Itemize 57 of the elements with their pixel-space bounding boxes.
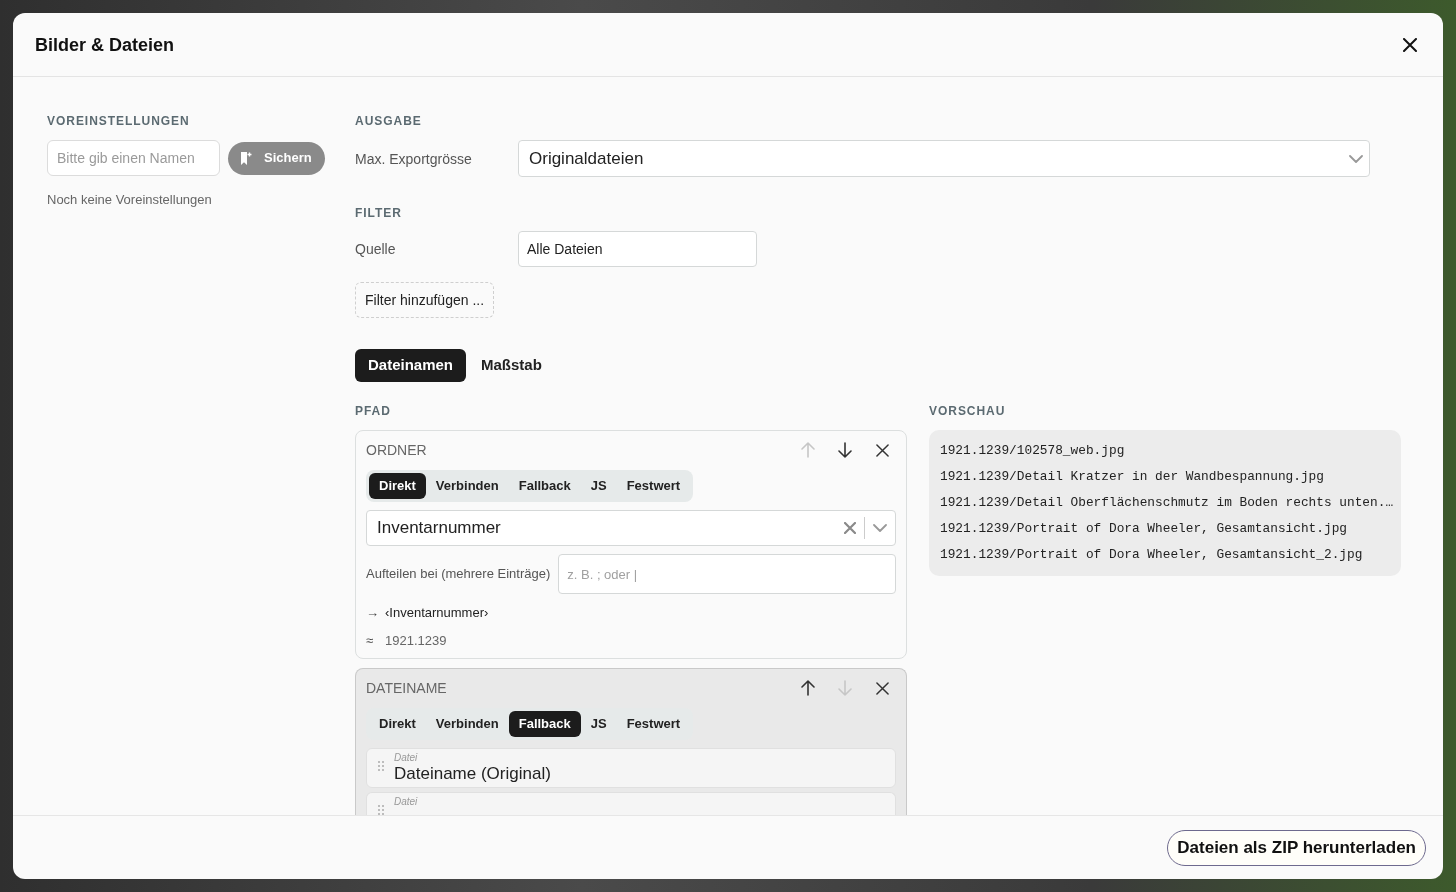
mode-tab[interactable]: JS (580, 473, 617, 499)
chevron-down-icon (873, 524, 887, 532)
field-select[interactable]: Inventarnummer (366, 510, 896, 546)
mode-tab[interactable]: Verbinden (425, 711, 509, 737)
item-category: Datei (394, 752, 419, 763)
mode-tab[interactable]: Fallback (508, 473, 581, 499)
source-field[interactable]: Alle Dateien (518, 231, 757, 267)
drag-handle-icon (378, 761, 384, 771)
template-text: ‹Inventarnummer› (385, 604, 489, 622)
mode-tab[interactable]: Festwert (616, 473, 691, 499)
arrow-up-icon (801, 442, 815, 458)
preview-line: 1921.1239/Detail Oberflächenschmutz im Boden rechts unten.… (940, 494, 1394, 512)
section-heading: VOREINSTELLUNGEN (47, 114, 190, 128)
section-heading: AUSGABE (355, 114, 422, 128)
tab[interactable]: Maßstab (468, 349, 555, 382)
field-label: Max. Exportgrösse (355, 149, 473, 168)
mode-tab[interactable]: Fallback (508, 711, 581, 737)
segment-title: ORDNER (366, 441, 428, 459)
section-heading: PFAD (355, 404, 391, 418)
preview-line: 1921.1239/102578_web.jpg (940, 442, 1126, 460)
empty-presets-text: Noch keine Voreinstellungen (47, 192, 212, 208)
clear-icon (844, 522, 856, 534)
item-label: Dateiname (Original) (394, 763, 551, 785)
download-zip-button[interactable]: Dateien als ZIP herunterladen (1167, 829, 1426, 866)
close-icon (875, 443, 889, 457)
arrow-up-icon (801, 680, 815, 696)
result-text: 1921.1239 (385, 632, 447, 650)
mode-tab[interactable]: JS (580, 711, 617, 737)
approx-symbol: ≈ (366, 632, 375, 650)
section-heading: FILTER (355, 206, 402, 220)
mode-tab[interactable]: Verbinden (425, 473, 509, 499)
bookmark-icon (241, 151, 252, 165)
fallback-item[interactable]: Datei Dateiname (Original) (366, 748, 896, 788)
split-field[interactable]: z. B. ; oder | (558, 554, 896, 594)
arrow-symbol: → (366, 604, 380, 622)
mode-tab[interactable]: Direkt (369, 711, 426, 737)
add-filter-button[interactable]: Filter hinzufügen ... (355, 282, 495, 318)
drag-handle-icon (378, 805, 384, 815)
field-label: Quelle (355, 240, 397, 258)
export-size-select[interactable]: Originaldateien (518, 140, 1370, 177)
preview-line: 1921.1239/Portrait of Dora Wheeler, Gesamtansicht_2.jpg (940, 546, 1364, 564)
close-icon (1403, 37, 1417, 52)
close-icon (875, 681, 889, 695)
split-label: Aufteilen bei (mehrere Einträge) (366, 565, 551, 583)
segment-title: DATEINAME (366, 679, 448, 697)
preset-name-field[interactable]: Bitte gib einen Namen (47, 140, 220, 176)
preview-line: 1921.1239/Detail Kratzer in der Wandbespannung.jpg (940, 468, 1325, 486)
mode-tab[interactable]: Festwert (616, 711, 691, 737)
tab[interactable]: Dateinamen (355, 349, 467, 382)
arrow-down-icon (838, 680, 852, 696)
dialog-title: Bilder & Dateien (35, 33, 175, 56)
section-heading: VORSCHAU (929, 404, 1006, 418)
item-category: Datei (394, 796, 418, 807)
chevron-down-icon (1349, 154, 1363, 163)
mode-tab[interactable]: Direkt (369, 473, 426, 499)
arrow-down-icon (838, 442, 852, 458)
preview-line: 1921.1239/Portrait of Dora Wheeler, Gesamtansicht.jpg (940, 520, 1348, 538)
